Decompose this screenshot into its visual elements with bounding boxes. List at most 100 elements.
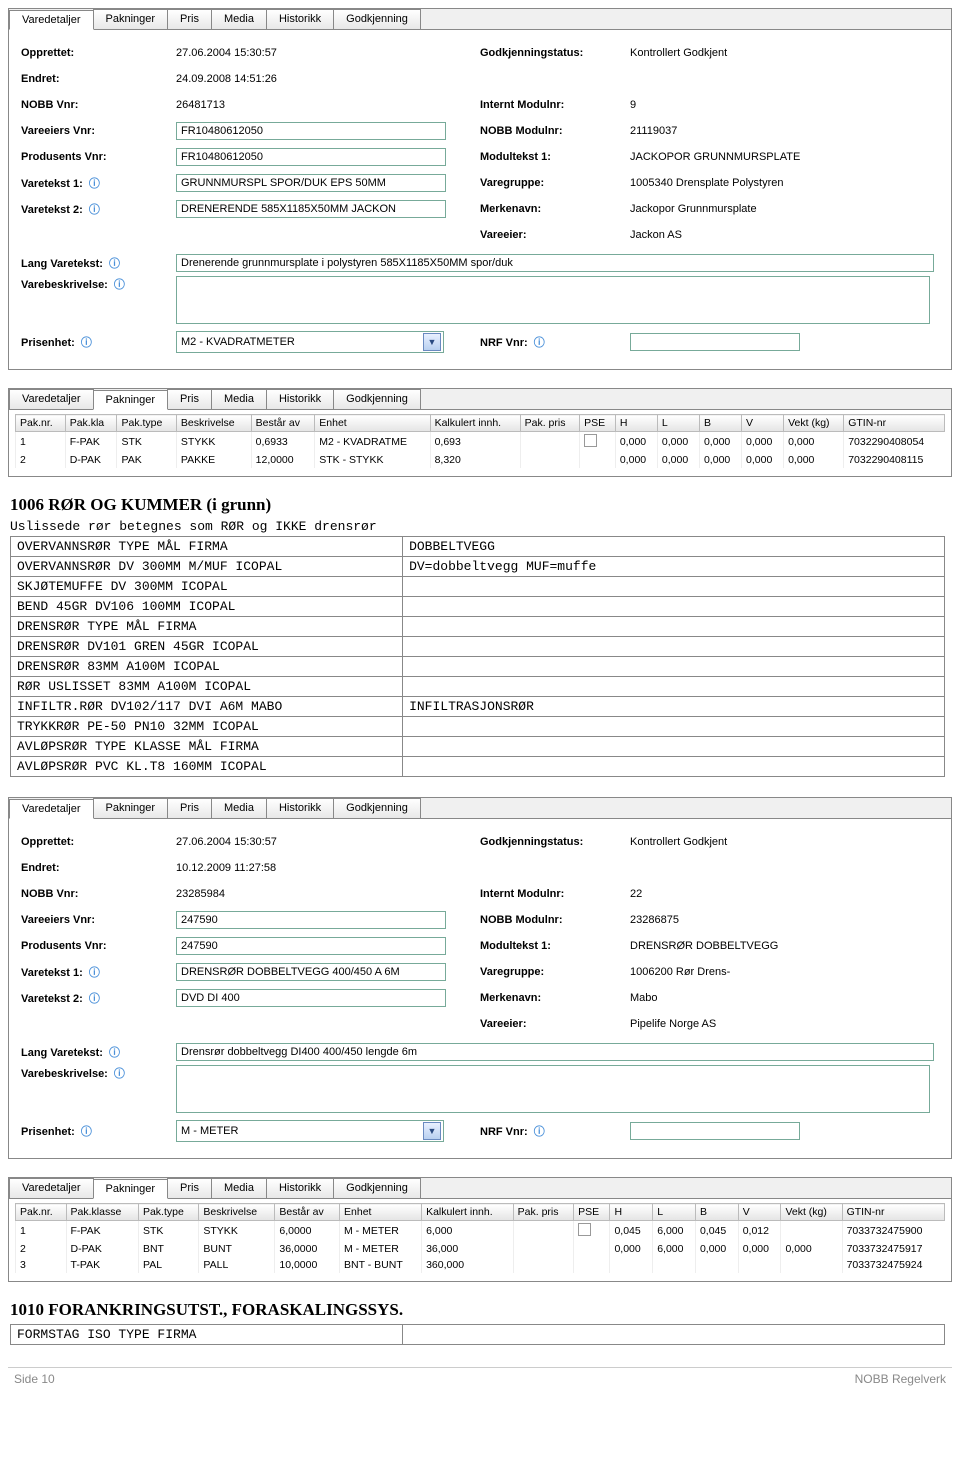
table-row[interactable]: 2D-PAKPAKPAKKE12,0000STK - STYKK8,3200,0… [16,452,945,468]
tab-pakninger[interactable]: Pakninger [93,9,169,29]
col-kla[interactable]: Pak.kla [65,415,117,432]
tab-varedetaljer[interactable]: Varedetaljer [9,1178,94,1198]
col-pris[interactable]: Pak. pris [520,415,579,432]
col-bestar[interactable]: Består av [275,1204,340,1221]
col-pris[interactable]: Pak. pris [513,1204,573,1221]
input-vareeiers-vnr[interactable] [176,122,446,140]
col-b[interactable]: B [699,415,741,432]
info-icon[interactable] [86,967,100,979]
info-icon[interactable] [86,204,100,216]
tab-historikk[interactable]: Historikk [266,798,334,818]
table-row: DRENSRØR DV101 GREN 45GR ICOPAL [11,637,945,657]
lbl-internt-modulnr: Internt Modulnr: [480,99,630,111]
tab-godkjenning[interactable]: Godkjenning [333,9,421,29]
col-h[interactable]: H [615,415,657,432]
input-lang-varetekst[interactable] [176,1043,934,1061]
info-icon[interactable] [111,1068,125,1080]
tab-historikk[interactable]: Historikk [266,9,334,29]
table-row[interactable]: 1F-PAKSTKSTYKK6,0000M - METER6,0000,0456… [16,1221,945,1242]
chevron-down-icon: ▼ [423,1122,441,1140]
info-icon[interactable] [86,178,100,190]
col-l[interactable]: L [657,415,699,432]
tab-pris[interactable]: Pris [167,1178,212,1198]
tab-media[interactable]: Media [211,9,267,29]
input-nrf-vnr[interactable] [630,1122,800,1140]
val-merkenavn: Jackopor Grunnmursplate [630,203,939,215]
tab-pakninger[interactable]: Pakninger [93,390,169,410]
tab-godkjenning[interactable]: Godkjenning [333,798,421,818]
tab-godkjenning[interactable]: Godkjenning [333,1178,421,1198]
select-prisenhet[interactable]: M2 - KVADRATMETER▼ [176,331,444,353]
tab-historikk[interactable]: Historikk [266,1178,334,1198]
col-gtin[interactable]: GTIN-nr [842,1204,944,1221]
col-b[interactable]: B [695,1204,738,1221]
info-icon[interactable] [78,337,92,349]
input-varetekst1[interactable] [176,963,446,981]
info-icon[interactable] [111,279,125,291]
table-row[interactable]: 3T-PAKPALPALL10,0000BNT - BUNT360,000703… [16,1257,945,1273]
tab-pris[interactable]: Pris [167,389,212,409]
input-vareeiers-vnr[interactable] [176,911,446,929]
tab-media[interactable]: Media [211,1178,267,1198]
col-pse[interactable]: PSE [574,1204,610,1221]
table-row[interactable]: 1F-PAKSTKSTYKK0,6933M2 - KVADRATME0,6930… [16,432,945,453]
col-nr[interactable]: Pak.nr. [16,415,66,432]
input-produsents-vnr[interactable] [176,148,446,166]
info-icon[interactable] [531,337,545,349]
info-icon[interactable] [78,1126,92,1138]
col-vekt[interactable]: Vekt (kg) [784,415,844,432]
lbl-varetekst2: Varetekst 2: [21,990,176,1006]
info-icon[interactable] [86,993,100,1005]
tab-varedetaljer[interactable]: Varedetaljer [9,799,94,819]
lbl-nrf-vnr: NRF Vnr: [480,1123,630,1139]
pse-checkbox[interactable] [578,1223,591,1236]
val-internt-modulnr: 22 [630,888,939,900]
col-type[interactable]: Pak.type [138,1204,198,1221]
tab-varedetaljer[interactable]: Varedetaljer [9,10,94,30]
info-icon[interactable] [106,1047,120,1059]
col-v[interactable]: V [742,415,784,432]
input-produsents-vnr[interactable] [176,937,446,955]
input-lang-varetekst[interactable] [176,254,934,272]
pse-checkbox[interactable] [584,434,597,447]
tab-pris[interactable]: Pris [167,9,212,29]
col-nr[interactable]: Pak.nr. [16,1204,67,1221]
col-l[interactable]: L [653,1204,696,1221]
col-enhet[interactable]: Enhet [340,1204,422,1221]
input-varebeskrivelse[interactable] [176,276,930,324]
tab-pakninger[interactable]: Pakninger [93,798,169,818]
input-varetekst2[interactable] [176,200,446,218]
tab-historikk[interactable]: Historikk [266,389,334,409]
col-beskr[interactable]: Beskrivelse [199,1204,275,1221]
tab-pris[interactable]: Pris [167,798,212,818]
input-varetekst1[interactable] [176,174,446,192]
footer-left: Side 10 [14,1372,55,1386]
tab-godkjenning[interactable]: Godkjenning [333,389,421,409]
input-nrf-vnr[interactable] [630,333,800,351]
input-varebeskrivelse[interactable] [176,1065,930,1113]
tab-varedetaljer[interactable]: Varedetaljer [9,389,94,409]
col-pse[interactable]: PSE [580,415,616,432]
input-varetekst2[interactable] [176,989,446,1007]
tab-pakninger[interactable]: Pakninger [93,1179,169,1199]
lbl-varebeskrivelse: Varebeskrivelse: [21,1065,176,1081]
info-icon[interactable] [531,1126,545,1138]
col-kalk[interactable]: Kalkulert innh. [422,1204,514,1221]
val-modultekst1: DRENSRØR DOBBELTVEGG [630,940,939,952]
col-kla[interactable]: Pak.klasse [66,1204,138,1221]
table-row[interactable]: 2D-PAKBNTBUNT36,0000M - METER36,0000,000… [16,1241,945,1257]
col-h[interactable]: H [610,1204,653,1221]
col-beskr[interactable]: Beskrivelse [176,415,251,432]
col-enhet[interactable]: Enhet [315,415,430,432]
col-gtin[interactable]: GTIN-nr [844,415,945,432]
select-prisenhet[interactable]: M - METER▼ [176,1120,444,1142]
col-vekt[interactable]: Vekt (kg) [781,1204,842,1221]
col-kalk[interactable]: Kalkulert innh. [430,415,520,432]
tab-media[interactable]: Media [211,389,267,409]
info-icon[interactable] [106,258,120,270]
col-type[interactable]: Pak.type [117,415,176,432]
col-bestar[interactable]: Består av [251,415,315,432]
tab-media[interactable]: Media [211,798,267,818]
table-row: AVLØPSRØR PVC KL.T8 160MM ICOPAL [11,757,945,777]
col-v[interactable]: V [738,1204,781,1221]
